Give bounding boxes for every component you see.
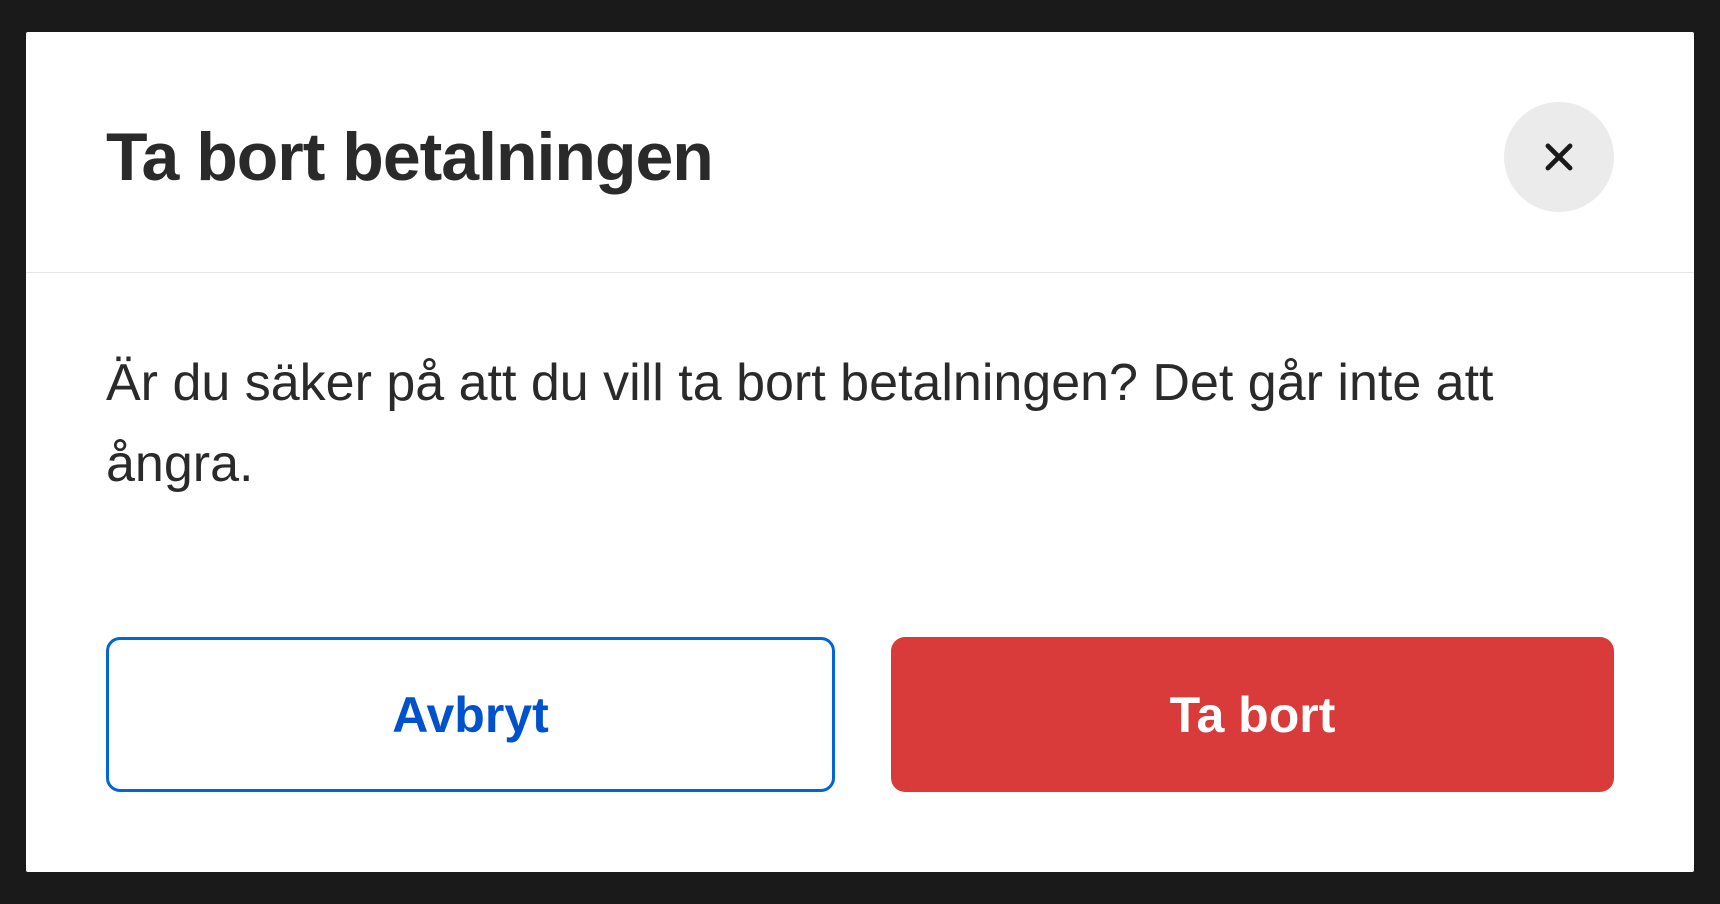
modal-body: Är du säker på att du vill ta bort betal… xyxy=(26,273,1694,637)
confirmation-modal: Ta bort betalningen Är du säker på att d… xyxy=(26,32,1694,872)
modal-title: Ta bort betalningen xyxy=(106,118,713,196)
cancel-button[interactable]: Avbryt xyxy=(106,637,835,792)
close-icon xyxy=(1540,138,1578,176)
modal-footer: Avbryt Ta bort xyxy=(26,637,1694,872)
confirm-delete-button[interactable]: Ta bort xyxy=(891,637,1614,792)
close-button[interactable] xyxy=(1504,102,1614,212)
modal-message: Är du säker på att du vill ta bort betal… xyxy=(106,343,1614,504)
modal-header: Ta bort betalningen xyxy=(26,32,1694,273)
